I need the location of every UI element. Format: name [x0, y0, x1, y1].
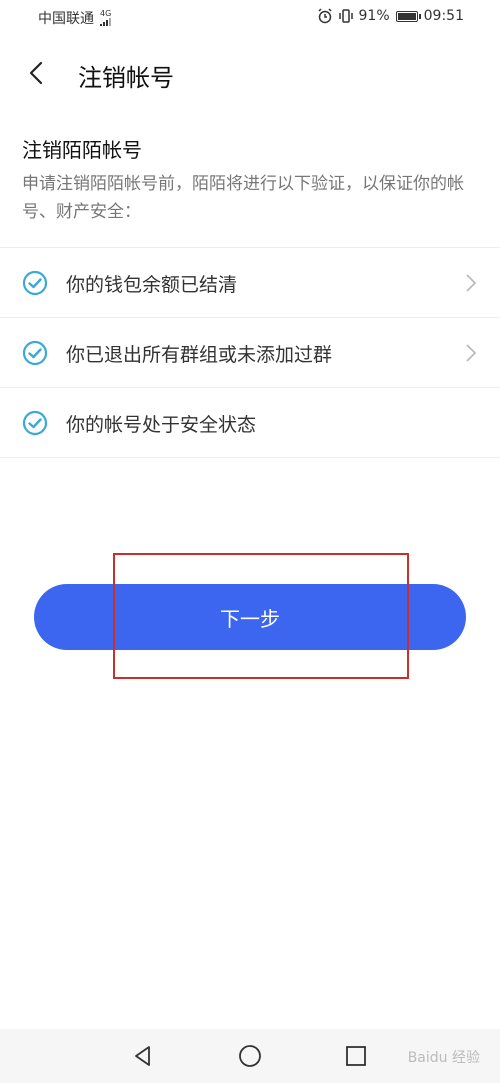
vibrate-icon [338, 9, 353, 23]
network-indicator: 4G [100, 10, 114, 26]
status-bar: 中国联通 4G 91% 09:51 [0, 0, 500, 36]
system-nav-bar: Baidu 经验 [0, 1029, 500, 1083]
back-arrow-icon[interactable] [22, 58, 52, 88]
network-type: 4G [100, 9, 112, 18]
check-circle-icon [22, 270, 48, 296]
check-item-security: 你的帐号处于安全状态 [0, 388, 500, 458]
check-circle-icon [22, 410, 48, 436]
check-circle-icon [22, 340, 48, 366]
clock: 09:51 [423, 8, 464, 24]
check-item-label: 你的钱包余额已结清 [66, 274, 238, 296]
signal-icon [100, 18, 111, 26]
status-left: 中国联通 4G [38, 8, 114, 28]
carrier-label: 中国联通 [38, 11, 94, 27]
section-description: 申请注销陌陌帐号前，陌陌将进行以下验证，以保证你的帐号、财产安全： [22, 174, 464, 222]
section-title: 注销陌陌帐号 [22, 138, 142, 162]
next-step-button[interactable]: 下一步 [34, 584, 466, 650]
alarm-icon [317, 8, 332, 24]
verification-list: 你的钱包余额已结清 你已退出所有群组或未添加过群 你的帐号处于安全状态 [0, 247, 500, 458]
nav-recents-icon[interactable] [343, 1043, 369, 1069]
nav-home-icon[interactable] [237, 1043, 263, 1069]
battery-fill [397, 12, 416, 20]
page-title: 注销帐号 [78, 64, 174, 92]
check-item-groups[interactable]: 你已退出所有群组或未添加过群 [0, 318, 500, 388]
chevron-right-icon [466, 274, 477, 292]
check-item-label: 你的帐号处于安全状态 [66, 414, 257, 436]
screen: 中国联通 4G 91% 09:51 注销帐号 注销陌陌帐号 申请注销陌陌帐号前，… [0, 0, 500, 1083]
watermark: Baidu 经验 [407, 1050, 480, 1066]
battery-percent: 91% [358, 8, 390, 24]
app-header: 注销帐号 [0, 40, 500, 108]
nav-back-icon[interactable] [130, 1043, 156, 1069]
check-item-label: 你已退出所有群组或未添加过群 [66, 344, 333, 366]
check-item-wallet[interactable]: 你的钱包余额已结清 [0, 248, 500, 318]
status-right: 91% 09:51 [317, 8, 464, 24]
battery-icon [395, 10, 421, 22]
chevron-right-icon [466, 344, 477, 362]
